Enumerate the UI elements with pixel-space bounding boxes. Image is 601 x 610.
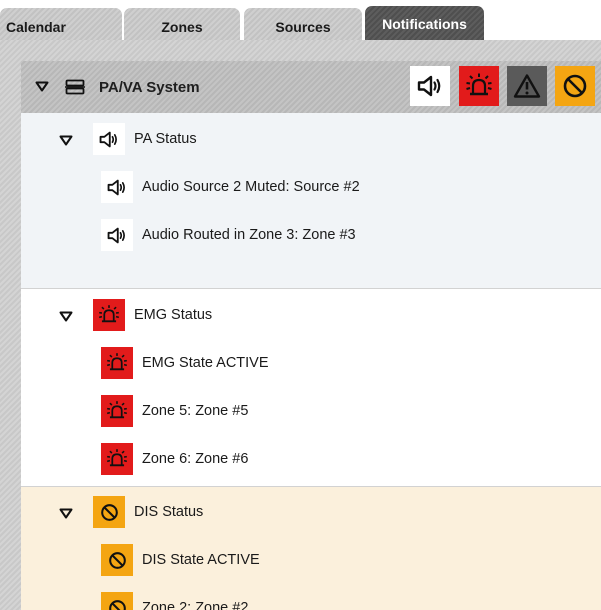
list-item[interactable]: Zone 6: Zone #6 bbox=[101, 443, 248, 475]
tab-notifications[interactable]: Notifications bbox=[365, 6, 484, 40]
pa-status-icon-box bbox=[93, 123, 125, 155]
alarm-bell-icon bbox=[466, 73, 492, 96]
item-icon-box bbox=[101, 347, 133, 379]
collapse-triangle-icon[interactable] bbox=[59, 135, 73, 146]
system-header-row[interactable]: PA/VA System bbox=[21, 61, 601, 113]
list-item-text: Audio Source 2 Muted: Source #2 bbox=[142, 179, 360, 195]
dis-status-row[interactable]: DIS Status bbox=[93, 496, 203, 528]
list-item-text: Zone 6: Zone #6 bbox=[142, 451, 249, 467]
list-item[interactable]: EMG State ACTIVE bbox=[101, 347, 269, 379]
list-item-text: Zone 2: Zone #2 bbox=[142, 600, 249, 610]
tab-zones[interactable]: Zones bbox=[124, 8, 240, 40]
item-icon-box bbox=[101, 544, 133, 576]
prohibited-icon bbox=[108, 599, 126, 610]
list-item-text: Zone 5: Zone #5 bbox=[142, 403, 249, 419]
filter-warning-button[interactable] bbox=[507, 66, 547, 106]
tab-calendar[interactable]: Calendar bbox=[0, 8, 122, 40]
list-item-text: Audio Routed in Zone 3: Zone #3 bbox=[142, 227, 356, 243]
pa-status-row[interactable]: PA Status bbox=[93, 123, 197, 155]
item-icon-box bbox=[101, 592, 133, 610]
item-icon-box bbox=[101, 443, 133, 475]
filter-dis-button[interactable] bbox=[555, 66, 595, 106]
collapse-triangle-icon[interactable] bbox=[59, 311, 73, 322]
emg-status-icon-box bbox=[93, 299, 125, 331]
list-item[interactable]: Zone 2: Zone #2 bbox=[101, 592, 248, 610]
speaker-icon bbox=[99, 131, 117, 147]
system-title: PA/VA System bbox=[99, 79, 200, 96]
alarm-bell-icon bbox=[98, 305, 120, 323]
speaker-icon bbox=[107, 227, 125, 243]
tab-sources[interactable]: Sources bbox=[244, 8, 362, 40]
collapse-triangle-icon[interactable] bbox=[59, 508, 73, 519]
prohibited-icon bbox=[563, 74, 587, 98]
tab-bar: Calendar Zones Sources Notifications bbox=[0, 0, 601, 40]
speaker-icon bbox=[417, 75, 441, 97]
dis-status-group: DIS Status DIS State ACTIVE Zone 2: Zone… bbox=[21, 487, 601, 610]
notifications-panel: PA/VA System PA Status Audio Source 2 Mu… bbox=[0, 40, 601, 610]
filter-emg-button[interactable] bbox=[459, 66, 499, 106]
item-icon-box bbox=[101, 395, 133, 427]
dis-status-label: DIS Status bbox=[134, 504, 204, 520]
emg-status-group: EMG Status EMG State ACTIVE Zone 5: Zone… bbox=[21, 289, 601, 487]
dis-status-icon-box bbox=[93, 496, 125, 528]
emg-status-label: EMG Status bbox=[134, 307, 213, 323]
item-icon-box bbox=[101, 171, 133, 203]
emg-status-row[interactable]: EMG Status bbox=[93, 299, 212, 331]
server-icon bbox=[65, 79, 85, 95]
pa-status-group: PA Status Audio Source 2 Muted: Source #… bbox=[21, 113, 601, 289]
alarm-bell-icon bbox=[106, 449, 128, 467]
warning-triangle-icon bbox=[513, 74, 541, 98]
pa-status-label: PA Status bbox=[134, 131, 197, 147]
item-icon-box bbox=[101, 219, 133, 251]
list-item[interactable]: Audio Source 2 Muted: Source #2 bbox=[101, 171, 360, 203]
list-item[interactable]: Audio Routed in Zone 3: Zone #3 bbox=[101, 219, 356, 251]
list-item[interactable]: Zone 5: Zone #5 bbox=[101, 395, 248, 427]
collapse-triangle-icon[interactable] bbox=[35, 81, 49, 92]
list-item-text: EMG State ACTIVE bbox=[142, 355, 269, 371]
alarm-bell-icon bbox=[106, 353, 128, 371]
alarm-bell-icon bbox=[106, 401, 128, 419]
speaker-icon bbox=[107, 179, 125, 195]
notifications-tree: PA/VA System PA Status Audio Source 2 Mu… bbox=[21, 61, 601, 610]
filter-pa-button[interactable] bbox=[410, 66, 450, 106]
list-item-text: DIS State ACTIVE bbox=[142, 552, 260, 568]
list-item[interactable]: DIS State ACTIVE bbox=[101, 544, 260, 576]
prohibited-icon bbox=[100, 503, 118, 521]
prohibited-icon bbox=[108, 551, 126, 569]
